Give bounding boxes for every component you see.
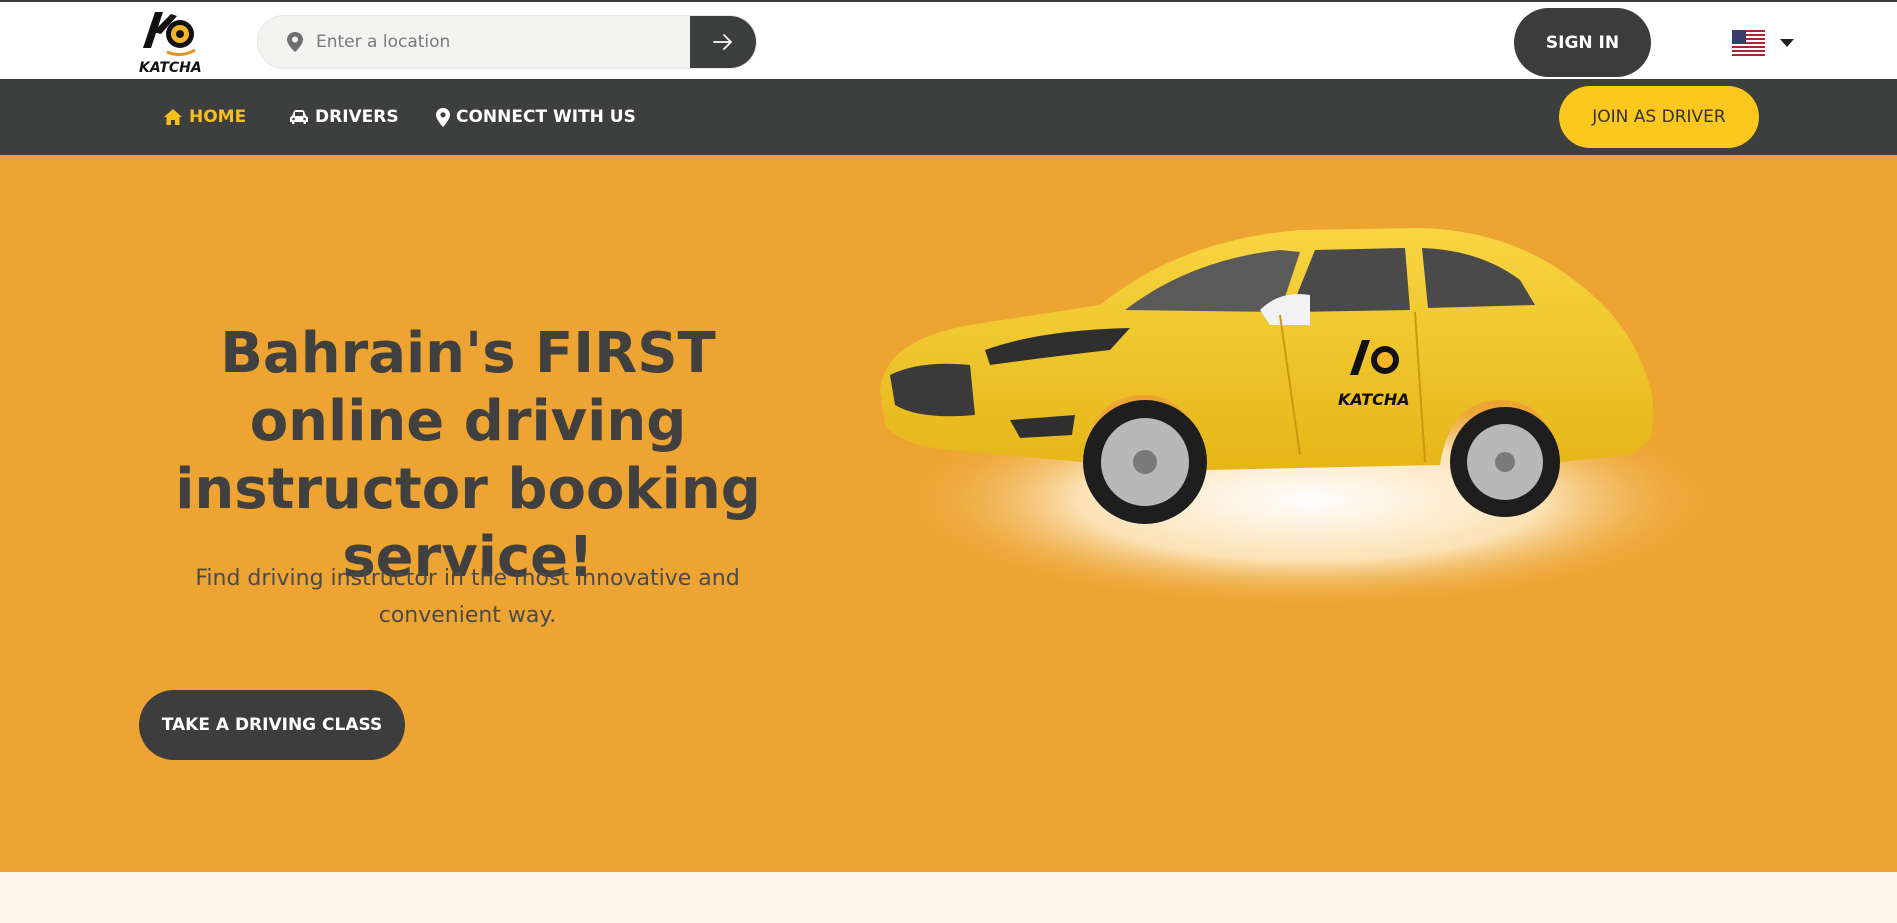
car-logo-text: KATCHA — [1338, 390, 1410, 409]
hero-section: Bahrain's FIRST online driving instructo… — [0, 155, 1897, 872]
arrow-right-icon — [713, 34, 732, 50]
home-icon — [164, 109, 182, 125]
hero-headline: Bahrain's FIRST online driving instructo… — [175, 321, 761, 590]
next-section — [0, 872, 1897, 923]
hero-subtext: Find driving instructor in the most inno… — [195, 566, 740, 628]
chevron-down-icon — [1780, 39, 1794, 47]
nav-item-home[interactable]: HOME — [163, 105, 246, 129]
map-pin-icon — [287, 32, 303, 52]
nav-item-label: HOME — [189, 107, 247, 127]
top-bar: KATCHA SIGN IN — [0, 0, 1897, 79]
logo-text: KATCHA — [139, 60, 202, 76]
language-selector[interactable] — [1732, 29, 1796, 57]
us-flag-icon — [1732, 30, 1765, 56]
nav-item-connect[interactable]: CONNECT WITH US — [436, 105, 636, 129]
take-driving-class-button[interactable]: TAKE A DRIVING CLASS — [139, 690, 405, 760]
sign-in-button[interactable]: SIGN IN — [1514, 8, 1651, 77]
nav-item-label: CONNECT WITH US — [456, 107, 636, 127]
search-submit-button[interactable] — [690, 16, 756, 68]
map-pin-icon — [436, 107, 450, 127]
car-image: KATCHA — [880, 228, 1730, 610]
join-as-driver-button[interactable]: JOIN AS DRIVER — [1559, 86, 1759, 148]
katcha-logo[interactable]: KATCHA — [137, 8, 203, 76]
car-icon — [290, 110, 308, 124]
location-input[interactable] — [316, 16, 686, 68]
nav-item-label: DRIVERS — [315, 107, 399, 127]
location-search — [257, 15, 757, 69]
nav-item-drivers[interactable]: DRIVERS — [289, 105, 399, 129]
